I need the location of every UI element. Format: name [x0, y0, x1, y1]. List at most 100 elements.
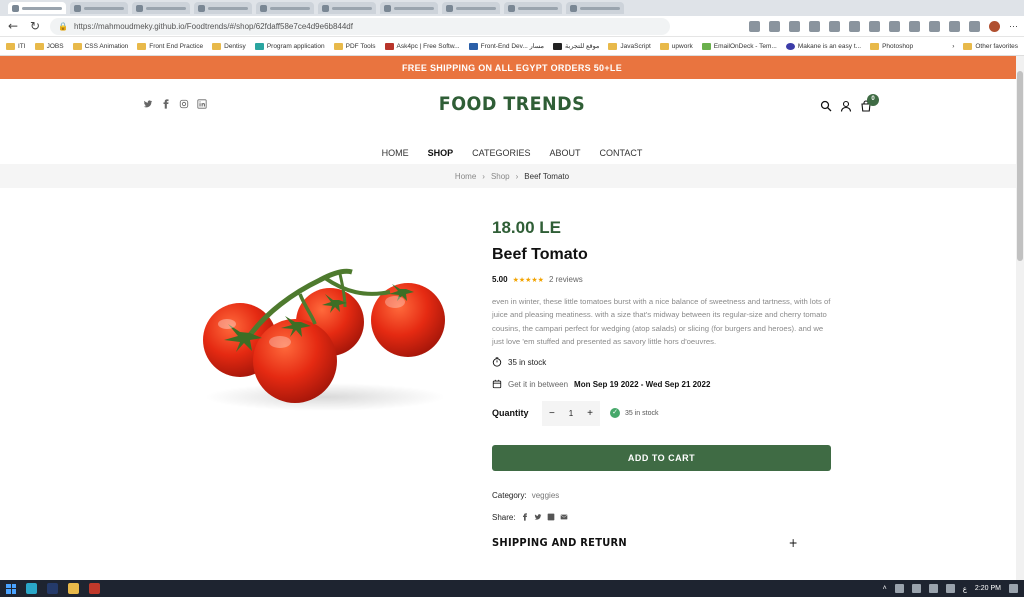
add-to-cart-button[interactable]: ADD TO CART: [492, 444, 831, 471]
bookmark-item[interactable]: Photoshop: [870, 42, 913, 50]
bookmark-label: PDF Tools: [345, 42, 376, 50]
decrease-button[interactable]: −: [549, 408, 555, 419]
extension-icon[interactable]: [809, 20, 820, 32]
shipping-accordion[interactable]: SHIPPING AND RETURN +: [492, 536, 798, 550]
plus-icon[interactable]: +: [789, 536, 798, 550]
bookmark-label: EmailOnDeck - Tem...: [713, 42, 777, 50]
browser-tab[interactable]: [70, 2, 128, 14]
url-field[interactable]: 🔒 https://mahmoudmeky.github.io/Foodtren…: [50, 17, 670, 35]
browser-tab[interactable]: [566, 2, 624, 14]
tab-favicon-icon: [322, 4, 329, 12]
facebook-icon[interactable]: [521, 512, 529, 523]
tab-title-line: [146, 6, 186, 10]
cart-icon[interactable]: 0: [860, 94, 879, 112]
clock[interactable]: 2:20 PM: [975, 585, 1001, 592]
browser-tab[interactable]: [8, 2, 66, 14]
more-menu-icon[interactable]: ⋯: [1009, 21, 1018, 32]
breadcrumb-shop[interactable]: Shop: [491, 172, 510, 181]
tray-icon[interactable]: [894, 584, 904, 593]
share-row: Share:: [492, 512, 832, 523]
bookmark-item[interactable]: Front-End Dev... مسار: [468, 42, 544, 50]
notifications-icon[interactable]: [1009, 584, 1018, 593]
bookmark-item[interactable]: Dentisy: [212, 42, 246, 50]
app-taskbar-icon[interactable]: [47, 583, 58, 594]
bookmark-item[interactable]: Program application: [254, 42, 325, 50]
folder-icon: [72, 42, 82, 50]
app-taskbar-icon[interactable]: [89, 583, 100, 594]
bookmark-label: ITI: [18, 42, 26, 50]
bookmark-item[interactable]: ITI: [6, 42, 26, 50]
browser-tab[interactable]: [380, 2, 438, 14]
browser-tab[interactable]: [256, 2, 314, 14]
bookmark-item[interactable]: موقع للتجربة: [553, 42, 599, 50]
volume-icon[interactable]: [945, 584, 955, 593]
extension-icon[interactable]: [749, 20, 760, 32]
windows-start-icon[interactable]: [6, 583, 16, 594]
nav-item-shop[interactable]: SHOP: [428, 148, 454, 158]
nav-item-contact[interactable]: CONTACT: [600, 148, 643, 158]
category-link[interactable]: veggies: [532, 491, 560, 500]
page-scrollbar[interactable]: [1016, 56, 1024, 580]
extension-icon[interactable]: [769, 20, 780, 32]
back-arrow-icon[interactable]: ←: [6, 19, 20, 33]
browser-tab[interactable]: [132, 2, 190, 14]
bookmark-item[interactable]: PDF Tools: [333, 42, 376, 50]
email-icon[interactable]: [560, 513, 568, 523]
tab-title-line: [332, 6, 372, 10]
extension-icon[interactable]: [829, 20, 840, 32]
chevron-up-icon[interactable]: ˄: [883, 585, 887, 592]
browser-tab[interactable]: [194, 2, 252, 14]
extension-icon[interactable]: [909, 20, 920, 32]
linkedin-icon[interactable]: [547, 513, 555, 523]
nav-item-categories[interactable]: CATEGORIES: [472, 148, 530, 158]
breadcrumb-current: Beef Tomato: [524, 171, 570, 181]
increase-button[interactable]: +: [587, 408, 593, 419]
bookmark-label: upwork: [671, 42, 693, 50]
nav-item-home[interactable]: HOME: [382, 148, 409, 158]
extension-icon[interactable]: [869, 20, 880, 32]
bookmark-item[interactable]: Other favorites: [963, 42, 1018, 50]
bookmark-item[interactable]: EmailOnDeck - Tem...: [701, 42, 777, 50]
extension-icon[interactable]: [849, 20, 860, 32]
extension-icon[interactable]: [969, 20, 980, 32]
folder-icon: [659, 42, 669, 50]
search-icon[interactable]: [820, 99, 832, 112]
nav-item-about[interactable]: ABOUT: [550, 148, 581, 158]
folder-icon: [963, 42, 973, 50]
reviews-link[interactable]: 2 reviews: [549, 275, 583, 284]
browser-tab[interactable]: [318, 2, 376, 14]
edge-taskbar-icon[interactable]: [26, 583, 37, 594]
bookmark-item[interactable]: upwork: [659, 42, 693, 50]
file-explorer-icon[interactable]: [68, 583, 79, 594]
bookmark-item[interactable]: Ask4pc | Free Softw...: [384, 42, 460, 50]
extension-icon[interactable]: [889, 20, 900, 32]
tray-icon[interactable]: [911, 584, 921, 593]
user-icon[interactable]: [840, 99, 852, 112]
wifi-icon[interactable]: [928, 584, 938, 593]
extension-icon[interactable]: [949, 20, 960, 32]
tab-title-line: [84, 6, 124, 10]
language-indicator[interactable]: ع: [963, 585, 967, 593]
bookmark-item[interactable]: JavaScript: [608, 42, 651, 50]
tab-title-line: [456, 6, 496, 10]
product-rating: 5.00 ★★★★★ 2 reviews: [492, 275, 832, 284]
profile-avatar[interactable]: [989, 20, 1000, 32]
quantity-value[interactable]: 1: [569, 409, 573, 418]
bookmark-item[interactable]: CSS Animation: [72, 42, 128, 50]
breadcrumb-home[interactable]: Home: [455, 172, 476, 181]
browser-tab[interactable]: [442, 2, 500, 14]
tab-title-line: [580, 6, 620, 10]
bookmark-item[interactable]: JOBS: [34, 42, 64, 50]
tab-title-line: [270, 6, 310, 10]
extension-icon[interactable]: [929, 20, 940, 32]
refresh-icon[interactable]: ↻: [28, 19, 42, 33]
twitter-icon[interactable]: [534, 513, 542, 523]
extension-icon[interactable]: [789, 20, 800, 32]
browser-tab[interactable]: [504, 2, 562, 14]
chevron-right-icon[interactable]: ›: [952, 43, 954, 50]
scrollbar-thumb[interactable]: [1017, 71, 1023, 261]
category-label: Category:: [492, 490, 527, 500]
product-info: 18.00 LE Beef Tomato 5.00 ★★★★★ 2 review…: [492, 218, 832, 550]
bookmark-item[interactable]: Makane is an easy t...: [785, 42, 861, 50]
bookmark-item[interactable]: Front End Practice: [137, 42, 203, 50]
